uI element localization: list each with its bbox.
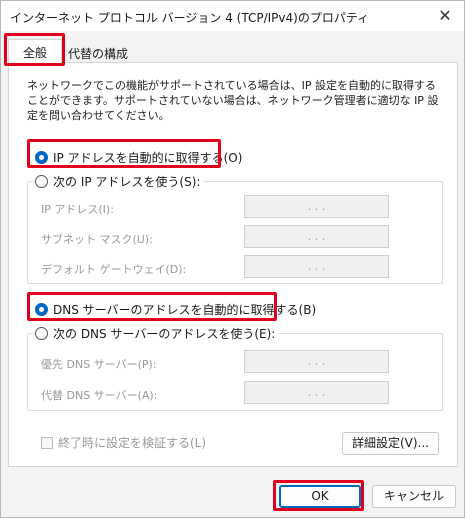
subnet-mask-input[interactable]: . . . [244, 225, 389, 248]
close-icon[interactable]: ✕ [434, 5, 456, 27]
alternate-dns-label: 代替 DNS サーバー(A): [41, 389, 158, 402]
tab-general[interactable]: 全般 [8, 39, 62, 63]
dns-manual-radio[interactable] [35, 327, 48, 340]
advanced-button[interactable]: 詳細設定(V)... [342, 432, 439, 455]
tab-alternate-configuration[interactable]: 代替の構成 [62, 39, 134, 63]
alternate-dns-input[interactable]: . . . [244, 381, 389, 404]
default-gateway-input[interactable]: . . . [244, 255, 389, 278]
dns-manual-label: 次の DNS サーバーのアドレスを使う(E): [53, 327, 276, 341]
ip-manual-option[interactable]: 次の IP アドレスを使う(S): [35, 173, 205, 190]
validate-option[interactable]: 終了時に設定を検証する(L) [41, 434, 206, 451]
dns-auto-label: DNS サーバーのアドレスを自動的に取得する(B) [53, 303, 317, 317]
ok-button[interactable]: OK [279, 485, 361, 508]
window-title: インターネット プロトコル バージョン 4 (TCP/IPv4)のプロパティ [10, 11, 370, 25]
ip-auto-option[interactable]: IP アドレスを自動的に取得する(O) [35, 149, 242, 166]
dns-auto-radio[interactable] [35, 303, 48, 316]
subnet-mask-label: サブネット マスク(U): [41, 233, 153, 246]
ip-manual-radio[interactable] [35, 175, 48, 188]
ip-address-label: IP アドレス(I): [41, 203, 114, 216]
dns-auto-option[interactable]: DNS サーバーのアドレスを自動的に取得する(B) [35, 301, 316, 318]
ip-manual-label: 次の IP アドレスを使う(S): [53, 175, 201, 189]
properties-dialog: インターネット プロトコル バージョン 4 (TCP/IPv4)のプロパティ ✕… [0, 0, 465, 518]
ip-auto-label: IP アドレスを自動的に取得する(O) [53, 151, 243, 165]
ip-auto-radio[interactable] [35, 151, 48, 164]
default-gateway-label: デフォルト ゲートウェイ(D): [41, 263, 187, 276]
preferred-dns-label: 優先 DNS サーバー(P): [41, 358, 157, 371]
validate-label: 終了時に設定を検証する(L) [58, 436, 207, 450]
preferred-dns-input[interactable]: . . . [244, 350, 389, 373]
cancel-button[interactable]: キャンセル [372, 485, 456, 508]
tab-strip: 全般 代替の構成 [6, 39, 458, 63]
description-text: ネットワークでこの機能がサポートされている場合は、IP 設定を自動的に取得するこ… [27, 79, 439, 122]
general-panel: ネットワークでこの機能がサポートされている場合は、IP 設定を自動的に取得するこ… [8, 62, 458, 467]
validate-checkbox[interactable] [41, 436, 53, 449]
dns-manual-option[interactable]: 次の DNS サーバーのアドレスを使う(E): [35, 325, 280, 342]
ip-address-input[interactable]: . . . [244, 195, 389, 218]
title-bar: インターネット プロトコル バージョン 4 (TCP/IPv4)のプロパティ ✕ [1, 1, 464, 31]
